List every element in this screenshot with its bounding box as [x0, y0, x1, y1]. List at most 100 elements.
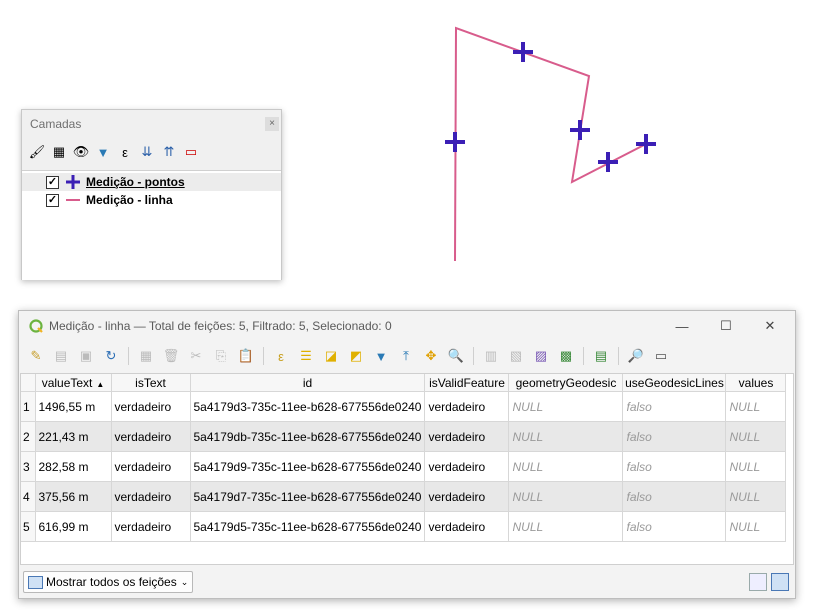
attribute-table-window: Medição - linha — Total de feições: 5, F… [18, 310, 796, 599]
cell-valueText[interactable]: 221,43 m [35, 421, 112, 452]
layer-item-pontos[interactable]: ✓ Medição - pontos [22, 173, 281, 191]
pan-to-selection-icon[interactable]: ✥ [420, 345, 442, 367]
cell-isText[interactable]: verdadeiro [111, 391, 191, 422]
row-number[interactable]: 3 [21, 451, 36, 482]
close-icon[interactable]: × [265, 117, 279, 131]
cell-geometryGeodesic[interactable]: NULL [508, 481, 624, 512]
table-row[interactable]: 1 1496,55 m verdadeiro 5a4179d3-735c-11e… [21, 391, 787, 422]
deselect-all-icon[interactable]: ◩ [345, 345, 367, 367]
expression-filter-icon[interactable]: ε [116, 143, 134, 161]
cell-id[interactable]: 5a4179d5-735c-11ee-b628-677556de0240 [190, 511, 426, 542]
cell-isValidFeature[interactable]: verdadeiro [424, 481, 510, 512]
table-row[interactable]: 2 221,43 m verdadeiro 5a4179db-735c-11ee… [21, 421, 787, 452]
table-row[interactable]: 3 282,58 m verdadeiro 5a4179d9-735c-11ee… [21, 451, 787, 482]
column-header[interactable]: isText [111, 374, 191, 392]
cell-isText[interactable]: verdadeiro [111, 451, 191, 482]
cell-isText[interactable]: verdadeiro [111, 421, 191, 452]
actions-icon[interactable]: ▭ [650, 345, 672, 367]
select-by-expression-icon[interactable]: ε [270, 345, 292, 367]
cell-values[interactable]: NULL [725, 391, 787, 422]
dock-icon[interactable]: 🔎 [625, 345, 647, 367]
reload-icon[interactable]: ↻ [100, 345, 122, 367]
row-number[interactable]: 4 [21, 481, 36, 512]
delete-field-icon[interactable]: ▧ [505, 345, 527, 367]
cell-values[interactable]: NULL [725, 511, 787, 542]
cross-icon [65, 174, 81, 190]
move-selection-top-icon[interactable]: ⤒ [395, 345, 417, 367]
table-row[interactable]: 4 375,56 m verdadeiro 5a4179d7-735c-11ee… [21, 481, 787, 512]
cell-geometryGeodesic[interactable]: NULL [508, 421, 624, 452]
cell-values[interactable]: NULL [725, 451, 787, 482]
paste-icon[interactable]: 📋 [235, 345, 257, 367]
cell-useGeodesicLines[interactable]: falso [622, 421, 727, 452]
cell-useGeodesicLines[interactable]: falso [622, 511, 727, 542]
column-header[interactable]: useGeodesicLines [622, 374, 727, 392]
delete-feature-icon[interactable]: 🗑 [160, 345, 182, 367]
expand-all-icon[interactable]: ⇊ [138, 143, 156, 161]
cell-isValidFeature[interactable]: verdadeiro [424, 451, 510, 482]
cell-geometryGeodesic[interactable]: NULL [508, 451, 624, 482]
close-button[interactable]: ✕ [747, 311, 793, 341]
cut-icon[interactable]: ✂ [185, 345, 207, 367]
measurement-point [513, 42, 533, 62]
multi-edit-icon[interactable]: ▤ [50, 345, 72, 367]
column-header[interactable]: geometryGeodesic [508, 374, 624, 392]
layer-item-linha[interactable]: ✓ Medição - linha [22, 191, 281, 209]
column-header[interactable]: values [725, 374, 787, 392]
cell-isText[interactable]: verdadeiro [111, 511, 191, 542]
cell-geometryGeodesic[interactable]: NULL [508, 511, 624, 542]
form-view-icon[interactable] [749, 573, 767, 591]
cell-valueText[interactable]: 1496,55 m [35, 391, 112, 422]
zoom-to-selection-icon[interactable]: 🔍 [445, 345, 467, 367]
organize-columns-icon[interactable]: ▨ [530, 345, 552, 367]
layers-panel-title: Camadas × [22, 110, 281, 139]
cell-id[interactable]: 5a4179d3-735c-11ee-b628-677556de0240 [190, 391, 426, 422]
column-header[interactable]: isValidFeature [424, 374, 510, 392]
table-row[interactable]: 5 616,99 m verdadeiro 5a4179d5-735c-11ee… [21, 511, 787, 542]
conditional-formatting-icon[interactable]: ▤ [590, 345, 612, 367]
cell-valueText[interactable]: 282,58 m [35, 451, 112, 482]
cell-isText[interactable]: verdadeiro [111, 481, 191, 512]
cell-valueText[interactable]: 375,56 m [35, 481, 112, 512]
layer-visibility-checkbox[interactable]: ✓ [46, 175, 59, 189]
cell-useGeodesicLines[interactable]: falso [622, 481, 727, 512]
show-all-features-button[interactable]: Mostrar todos os feições ⌄ [23, 571, 194, 593]
filter-select-icon[interactable]: ▼ [370, 345, 392, 367]
cell-useGeodesicLines[interactable]: falso [622, 451, 727, 482]
add-group-icon[interactable]: ▦ [50, 143, 68, 161]
visibility-icon[interactable]: 👁 [72, 143, 90, 161]
row-number[interactable]: 5 [21, 511, 36, 542]
cell-values[interactable]: NULL [725, 421, 787, 452]
remove-layer-icon[interactable]: ▭ [182, 143, 200, 161]
cell-geometryGeodesic[interactable]: NULL [508, 391, 624, 422]
column-header[interactable]: id [190, 374, 426, 392]
select-all-icon[interactable]: ☰ [295, 345, 317, 367]
column-header[interactable]: valueText ▲ [35, 374, 112, 392]
attribute-table-footer: Mostrar todos os feições ⌄ [19, 567, 795, 597]
row-number[interactable]: 1 [21, 391, 36, 422]
cell-isValidFeature[interactable]: verdadeiro [424, 391, 510, 422]
filter-icon[interactable]: ▼ [94, 143, 112, 161]
new-field-icon[interactable]: ▥ [480, 345, 502, 367]
minimize-button[interactable]: — [659, 311, 705, 341]
invert-selection-icon[interactable]: ◪ [320, 345, 342, 367]
collapse-all-icon[interactable]: ⇈ [160, 143, 178, 161]
maximize-button[interactable]: ☐ [703, 311, 749, 341]
style-icon[interactable]: 🖌 [28, 143, 46, 161]
cell-isValidFeature[interactable]: verdadeiro [424, 511, 510, 542]
row-number[interactable]: 2 [21, 421, 36, 452]
field-calculator-icon[interactable]: ▩ [555, 345, 577, 367]
cell-id[interactable]: 5a4179d9-735c-11ee-b628-677556de0240 [190, 451, 426, 482]
copy-icon[interactable]: ⎘ [210, 345, 232, 367]
cell-isValidFeature[interactable]: verdadeiro [424, 421, 510, 452]
layer-visibility-checkbox[interactable]: ✓ [46, 193, 59, 207]
add-feature-icon[interactable]: ▦ [135, 345, 157, 367]
table-view-icon[interactable] [771, 573, 789, 591]
cell-id[interactable]: 5a4179db-735c-11ee-b628-677556de0240 [190, 421, 426, 452]
cell-valueText[interactable]: 616,99 m [35, 511, 112, 542]
cell-values[interactable]: NULL [725, 481, 787, 512]
save-edits-icon[interactable]: ▣ [75, 345, 97, 367]
cell-id[interactable]: 5a4179d7-735c-11ee-b628-677556de0240 [190, 481, 426, 512]
toggle-editing-icon[interactable]: ✎ [25, 345, 47, 367]
cell-useGeodesicLines[interactable]: falso [622, 391, 727, 422]
